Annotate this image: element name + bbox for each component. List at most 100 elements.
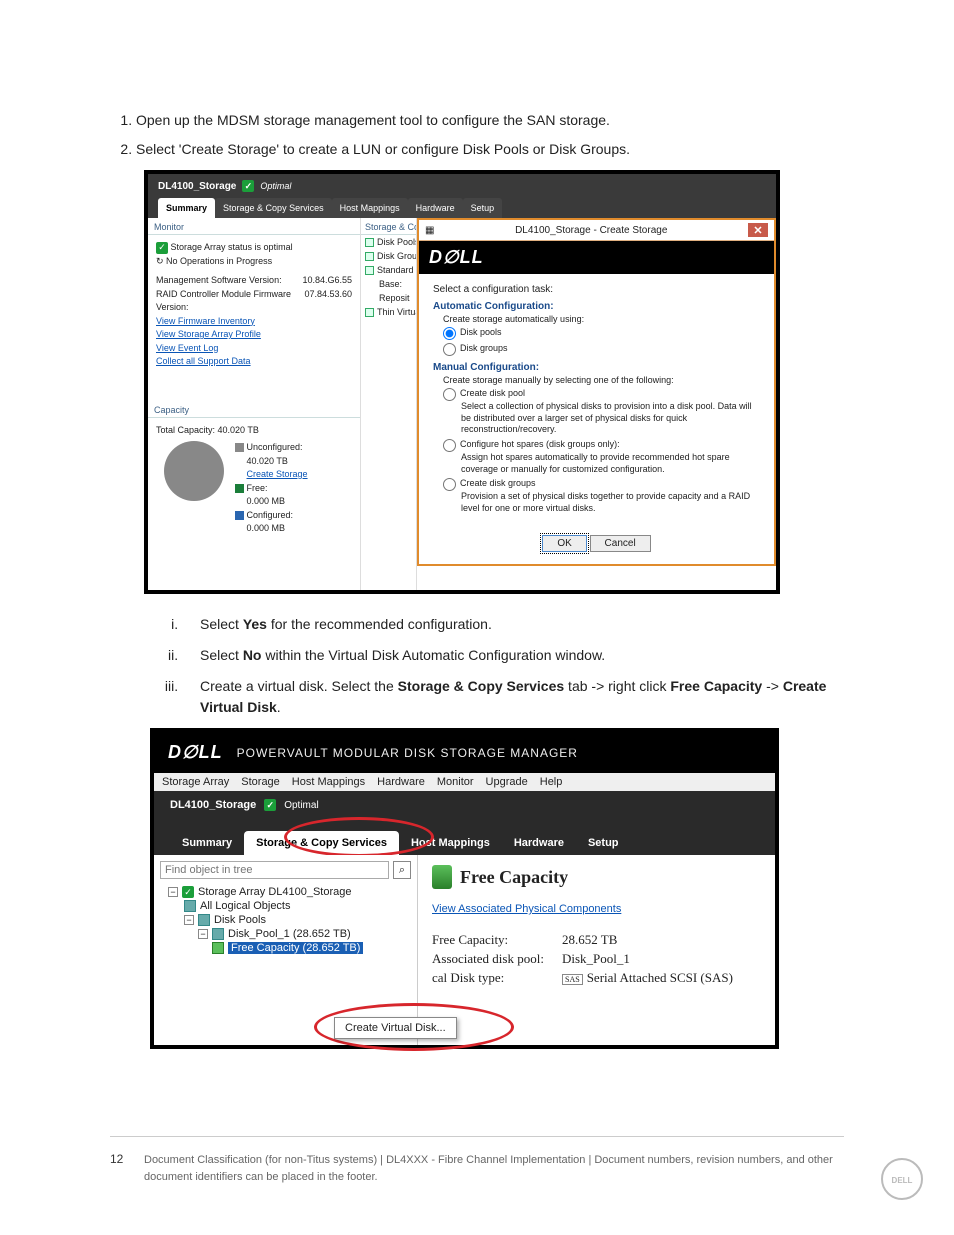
dell-logo-icon: D∅LL [429,247,484,267]
tab-summary[interactable]: Summary [158,198,215,218]
substep-iii: Create a virtual disk. Select the Storag… [182,676,844,718]
logical-objects-icon [184,900,196,912]
dell-logo-icon: D∅LL [168,742,223,763]
scs-item-diskgroup[interactable]: Disk Group [361,249,416,263]
menu-storage[interactable]: Storage [241,776,280,788]
ok-button[interactable]: OK [542,535,586,552]
link-support-data[interactable]: Collect all Support Data [156,355,352,369]
status-optimal: Optimal [260,181,291,191]
scs-item-thin[interactable]: Thin Virtua [361,305,416,319]
free-capacity-value: 28.652 TB [562,932,617,948]
scs-item-repo: Reposit [361,291,416,305]
configure-hot-spares-desc: Assign hot spares automatically to provi… [461,452,760,475]
capacity-pie-icon [164,441,224,501]
link-event-log[interactable]: View Event Log [156,342,352,356]
menu-host-mappings[interactable]: Host Mappings [292,776,365,788]
tree-disk-pools[interactable]: −Disk Pools [184,913,411,927]
tab-host-mappings[interactable]: Host Mappings [332,198,408,218]
capacity-heading: Capacity [148,401,360,418]
cancel-button[interactable]: Cancel [590,535,651,552]
status-ok-icon: ✓ [242,180,254,192]
menu-storage-array[interactable]: Storage Array [162,776,229,788]
thin-vd-icon [365,308,374,317]
tree-search-input[interactable] [160,861,389,879]
context-menu-create-vd[interactable]: Create Virtual Disk... [334,1017,457,1039]
mgmt-version-value: 10.84.G6.55 [302,274,352,288]
tree-free-capacity[interactable]: Free Capacity (28.652 TB) [212,941,411,955]
tab-host-mappings[interactable]: Host Mappings [399,831,502,855]
footer-divider [110,1136,844,1137]
radio-create-disk-groups[interactable] [443,478,456,491]
radio-configure-hot-spares[interactable] [443,439,456,452]
tree-root[interactable]: −✓Storage Array DL4100_Storage [168,885,411,899]
substep-i: Select Yes for the recommended configura… [182,614,844,635]
manual-config-heading: Manual Configuration: [433,362,760,373]
auto-config-sub: Create storage automatically using: [443,314,760,324]
tab-setup[interactable]: Setup [576,831,631,855]
menu-bar: Storage Array Storage Host Mappings Hard… [154,773,775,791]
tree-all-logical[interactable]: All Logical Objects [184,899,411,913]
dialog-intro: Select a configuration task: [433,284,760,295]
tab-storage-copy[interactable]: Storage & Copy Services [215,198,332,218]
status-ok-icon: ✓ [264,799,276,811]
disk-pools-icon [198,914,210,926]
sas-badge-icon: SAS [562,974,583,985]
status-optimal: Optimal [284,800,318,811]
radio-create-disk-pool[interactable] [443,388,456,401]
step-1: Open up the MDSM storage management tool… [136,110,844,131]
tree-pool-1[interactable]: −Disk_Pool_1 (28.652 TB) [198,927,411,941]
scs-item-base: Base: [361,277,416,291]
fw-version-label: RAID Controller Module Firmware Version: [156,288,304,315]
link-fw-inventory[interactable]: View Firmware Inventory [156,315,352,329]
menu-monitor[interactable]: Monitor [437,776,474,788]
app-title: POWERVAULT MODULAR DISK STORAGE MANAGER [237,746,578,760]
mgmt-version-label: Management Software Version: [156,274,282,288]
step-2: Select 'Create Storage' to create a LUN … [136,139,844,160]
monitor-heading: Monitor [148,218,360,235]
svg-text:DELL: DELL [892,1176,913,1185]
capacity-legend: Unconfigured: 40.020 TB Create Storage F… [235,441,308,536]
free-capacity-icon [432,865,452,889]
create-disk-groups-desc: Provision a set of physical disks togeth… [461,491,760,514]
create-disk-pool-desc: Select a collection of physical disks to… [461,401,760,436]
monitor-noops: ↻ No Operations in Progress [156,255,352,269]
scs-panel-heading: Storage & Cop [361,218,416,235]
menu-help[interactable]: Help [540,776,563,788]
scs-item-diskpools[interactable]: Disk Pools [361,235,416,249]
tab-hardware[interactable]: Hardware [408,198,463,218]
link-create-storage[interactable]: Create Storage [247,468,308,482]
substep-ii: Select No within the Virtual Disk Automa… [182,645,844,666]
dialog-icon: ▦ [425,225,434,236]
radio-disk-pools[interactable] [443,327,456,340]
manual-config-sub: Create storage manually by selecting one… [443,375,760,385]
monitor-status: ✓ Storage Array status is optimal [156,241,352,255]
dell-circle-logo-icon: DELL [880,1157,924,1201]
tab-row: Summary Storage & Copy Services Host Map… [148,198,776,218]
info-title: Free Capacity [460,867,568,888]
disk-pools-icon [365,238,374,247]
page-number: 12 [110,1152,130,1166]
status-ok-icon: ✓ [156,242,168,254]
window-title-bar: DL4100_Storage ✓ Optimal [148,174,776,198]
scs-item-standard[interactable]: Standard V [361,263,416,277]
collapse-icon[interactable]: − [168,887,178,897]
tab-summary[interactable]: Summary [170,831,244,855]
collapse-icon[interactable]: − [184,915,194,925]
radio-disk-groups[interactable] [443,343,456,356]
search-icon[interactable]: ⌕ [393,861,411,879]
menu-upgrade[interactable]: Upgrade [486,776,528,788]
screenshot-mdsm-tree: D∅LL POWERVAULT MODULAR DISK STORAGE MAN… [150,728,779,1049]
fw-version-value: 07.84.53.60 [304,288,352,315]
screenshot-mdsm-summary: DL4100_Storage ✓ Optimal Summary Storage… [144,170,780,594]
tab-hardware[interactable]: Hardware [502,831,576,855]
disk-pool-icon [212,928,224,940]
storage-array-name: DL4100_Storage [158,181,236,192]
collapse-icon[interactable]: − [198,929,208,939]
tab-storage-copy[interactable]: Storage & Copy Services [244,831,399,855]
tab-setup[interactable]: Setup [463,198,503,218]
close-button[interactable]: ✕ [748,223,768,237]
menu-hardware[interactable]: Hardware [377,776,425,788]
disk-type-value: SASSerial Attached SCSI (SAS) [562,970,733,986]
link-view-physical[interactable]: View Associated Physical Components [432,903,621,915]
link-array-profile[interactable]: View Storage Array Profile [156,328,352,342]
